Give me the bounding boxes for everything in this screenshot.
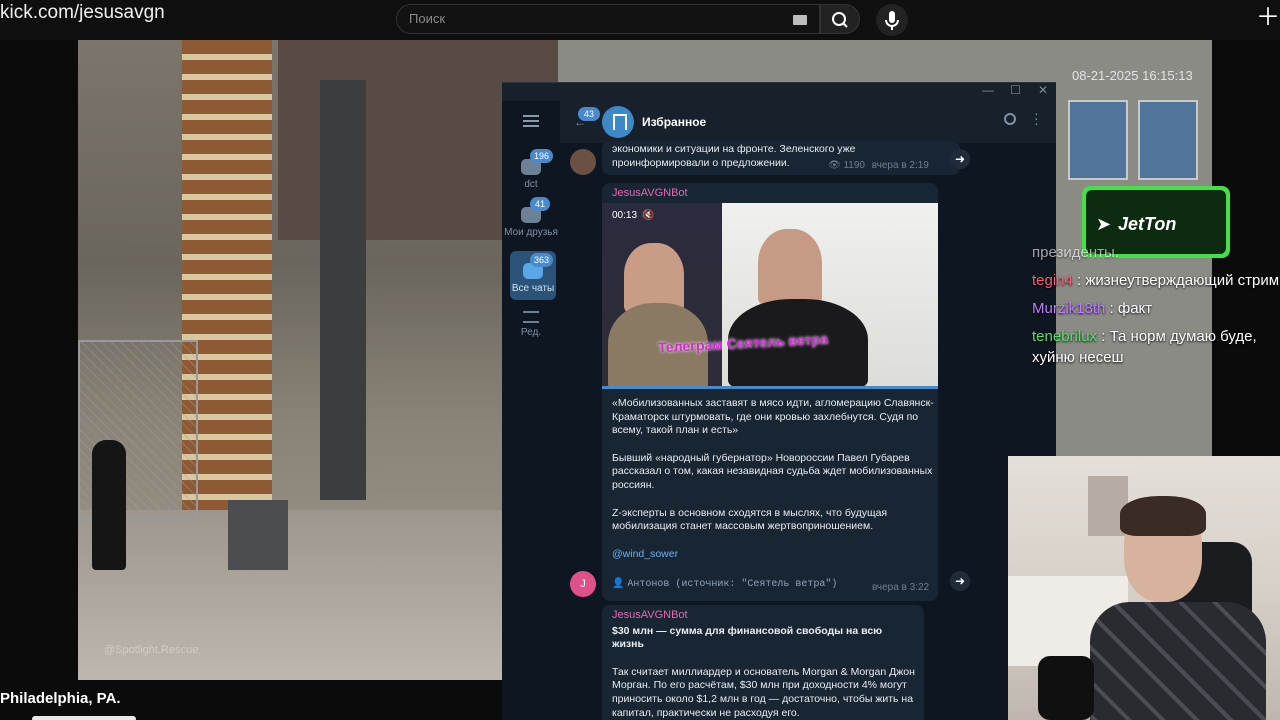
maximize-icon[interactable]: ☐ (1010, 83, 1021, 97)
paragraph: Бывший «народный губернатор» Новороссии … (612, 451, 933, 491)
search-placeholder: Поиск (409, 11, 446, 26)
unread-badge: 41 (530, 197, 550, 211)
mute-icon[interactable]: 🔇 (642, 209, 654, 223)
arrow-icon: ➤ (1096, 214, 1112, 234)
video-left-frame (602, 203, 722, 389)
chat-username[interactable]: tenebrilux (1032, 328, 1097, 345)
mic-button[interactable] (876, 4, 908, 36)
folder-all-chats[interactable]: 363 Все чаты (510, 251, 556, 300)
video-progress-bar[interactable] (602, 386, 938, 389)
back-unread-badge: 43 (578, 107, 600, 121)
folder-friends[interactable]: 41 Мои друзья (502, 197, 560, 238)
message-text: «Мобилизованных заставят в мясо идти, аг… (612, 397, 934, 561)
more-icon[interactable]: · · · (1034, 106, 1039, 130)
video-right-frame (722, 203, 938, 389)
folder-label: Все чаты (511, 283, 555, 294)
bookmark-icon (602, 106, 634, 138)
forward-button[interactable]: ➜ (950, 571, 970, 591)
source-attribution: Антонов (источник: "Сеятель ветра") (627, 579, 838, 590)
bottom-tab[interactable] (32, 716, 136, 720)
message-text: Так считает миллиардер и основатель Morg… (612, 665, 915, 719)
search-icon[interactable] (1004, 113, 1016, 125)
folder-label: Ред. (520, 327, 542, 338)
video-watermark: @Spotlight.Rescue (104, 644, 199, 656)
folder-rail: 196 dct 41 Мои друзья 363 Все чаты Ред. (502, 101, 560, 720)
chat-text: факт (1117, 300, 1153, 317)
paragraph: Z-эксперты в основном сходятся в мыслях,… (612, 506, 888, 533)
message-headline: $30 млн — сумма для финансовой свободы н… (612, 624, 883, 651)
search-input[interactable]: Поиск (396, 4, 820, 34)
pedestrian (92, 440, 126, 570)
sliders-icon (523, 311, 539, 323)
create-button[interactable]: ＋ (1254, 4, 1280, 34)
streamer-shirt (1090, 602, 1266, 720)
telegram-window[interactable]: — ☐ ✕ 196 dct 41 Мои друзья 363 Все чаты… (502, 82, 1056, 720)
search-button[interactable] (820, 4, 860, 34)
top-bar: kick.com/jesusavgn Поиск ＋ (0, 0, 1280, 40)
unread-badge: 363 (530, 253, 554, 267)
microphone (1038, 656, 1094, 720)
stream-chat: президенты. tegin4 : жизнеутверждающий с… (1032, 244, 1280, 375)
chat-message: президенты. (1032, 244, 1119, 261)
chat-username[interactable]: Murzik18th (1032, 300, 1105, 317)
building-window (1068, 100, 1128, 180)
sponsor-label: JetTon (1118, 214, 1177, 234)
user-icon: 👤 (612, 579, 625, 590)
url-text[interactable]: kick.com/jesusavgn (0, 2, 165, 24)
pillar-base (228, 500, 288, 570)
paragraph: «Мобилизованных заставят в мясо идти, аг… (612, 397, 934, 437)
window-titlebar: — ☐ ✕ (502, 83, 1056, 101)
video-timestamp: 08-21-2025 16:15:13 (1072, 68, 1193, 83)
chat-username[interactable]: tegin4 (1032, 272, 1073, 289)
sender-name[interactable]: JesusAVGNBot (612, 609, 914, 623)
chat-message: Murzik18th : факт (1032, 300, 1153, 317)
close-icon[interactable]: ✕ (1038, 83, 1048, 97)
mic-icon (885, 11, 899, 30)
message-bubble[interactable]: экономики и ситуации на фронте. Зеленско… (602, 141, 960, 175)
view-count: 1190 (843, 160, 865, 171)
streamer-hair (1120, 496, 1206, 536)
sender-avatar[interactable] (570, 149, 596, 175)
unread-badge: 196 (530, 149, 554, 163)
video-attachment[interactable]: 00:13 🔇 Телеграм Сеятель ветра (602, 203, 938, 389)
message-time: вчера в 3:22 (872, 582, 930, 593)
stream-caption: Philadelphia, PA. (0, 690, 121, 707)
minimize-icon[interactable]: — (982, 83, 994, 97)
message-footer: 👤 Антонов (источник: "Сеятель ветра") (612, 577, 837, 592)
chat-title: Избранное (642, 115, 707, 129)
message-bubble[interactable]: JesusAVGNBot 00:13 🔇 Телеграм Сеятель ве… (602, 183, 938, 601)
search-icon (832, 12, 848, 28)
chat-message: tenebrilux : Та норм думаю буде, хуйню н… (1032, 328, 1257, 366)
pillar (320, 80, 366, 500)
video-duration: 00:13 (612, 210, 638, 221)
menu-icon[interactable] (523, 115, 539, 130)
streamer-webcam (1008, 456, 1280, 720)
message-list: экономики и ситуации на фронте. Зеленско… (560, 141, 1056, 720)
chat-header: ← 43 Избранное · · · (560, 101, 1056, 143)
chat-text: жизнеутверждающий стрим (1085, 272, 1280, 289)
message-meta: 👁 1190 вчера в 2:19 (828, 159, 929, 173)
forward-button[interactable]: ➜ (950, 149, 970, 169)
sender-name[interactable]: JesusAVGNBot (612, 187, 688, 201)
message-bubble[interactable]: JesusAVGNBot $30 млн — сумма для финансо… (602, 605, 924, 720)
folder-label: dct (524, 179, 538, 190)
folder-dct[interactable]: 196 dct (502, 149, 560, 190)
views-icon: 👁 (828, 160, 841, 171)
chat-message: tegin4 : жизнеутверждающий стрим (1032, 272, 1280, 289)
channel-link[interactable]: @wind_sower (612, 548, 934, 562)
folder-label: Мои друзья (504, 227, 558, 238)
person-head (758, 229, 822, 305)
keyboard-icon[interactable] (793, 15, 807, 25)
building-window (1138, 100, 1198, 180)
bot-avatar[interactable]: J (570, 571, 596, 597)
message-time: вчера в 2:19 (871, 160, 929, 171)
folder-edit[interactable]: Ред. (502, 311, 560, 338)
